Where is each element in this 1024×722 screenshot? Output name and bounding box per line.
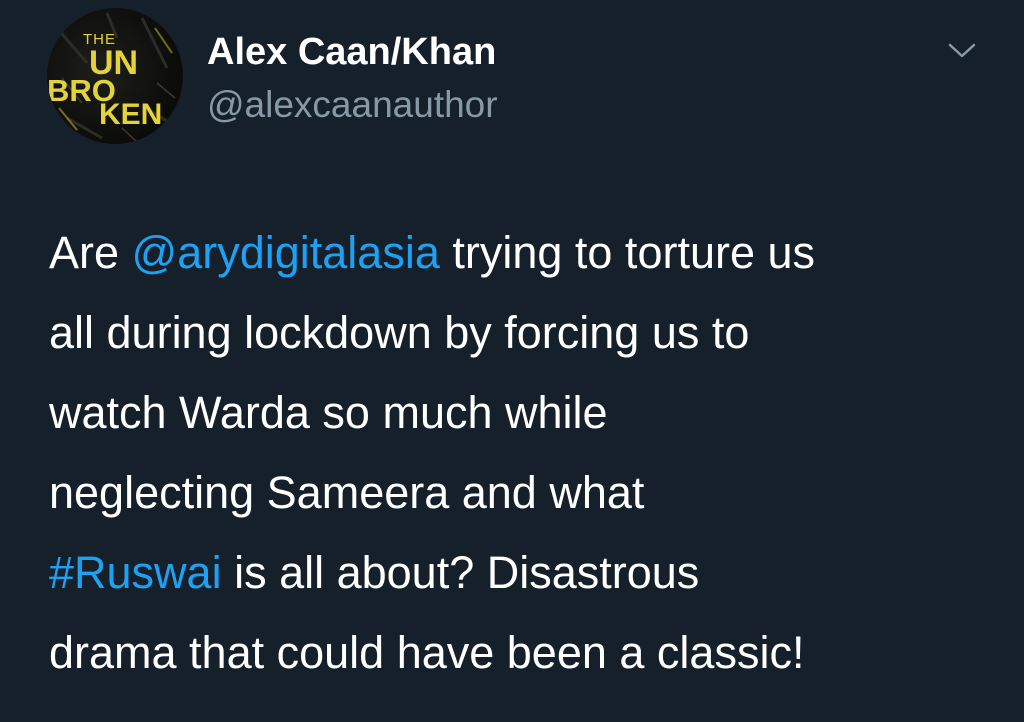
tweet-text-segment: trying to torture us [439,227,816,278]
mention-link-arydigitalasia[interactable]: @arydigitalasia [132,227,440,278]
avatar-image: THE UN BRO KEN [47,12,178,143]
author-display-name[interactable]: Alex Caan/Khan [207,29,498,75]
tweet-line-4: neglecting Sameera and what [49,467,645,518]
more-options-button[interactable] [944,36,980,66]
author-handle[interactable]: @alexcaanauthor [207,83,498,127]
hashtag-link-ruswai[interactable]: #Ruswai [49,547,222,598]
tweet: THE UN BRO KEN Alex Caan/Khan @alexcaana… [0,0,1024,722]
author-block[interactable]: Alex Caan/Khan @alexcaanauthor [207,29,498,127]
tweet-line-5: #Ruswai is all about? Disastrous [49,533,989,613]
tweet-line-2: all during lockdown by forcing us to [49,307,750,358]
chevron-down-icon [948,43,976,58]
tweet-line-6: drama that could have been a classic! [49,627,805,678]
tweet-text-segment: Are [49,227,132,278]
tweet-line-1: Are @arydigitalasia trying to torture us [49,213,989,293]
tweet-text-segment: is all about? Disastrous [221,547,700,598]
tweet-text: Are @arydigitalasia trying to torture us… [49,213,989,693]
tweet-line-3: watch Warda so much while [49,387,608,438]
avatar[interactable]: THE UN BRO KEN [47,8,183,144]
avatar-text-ken: KEN [99,98,162,131]
